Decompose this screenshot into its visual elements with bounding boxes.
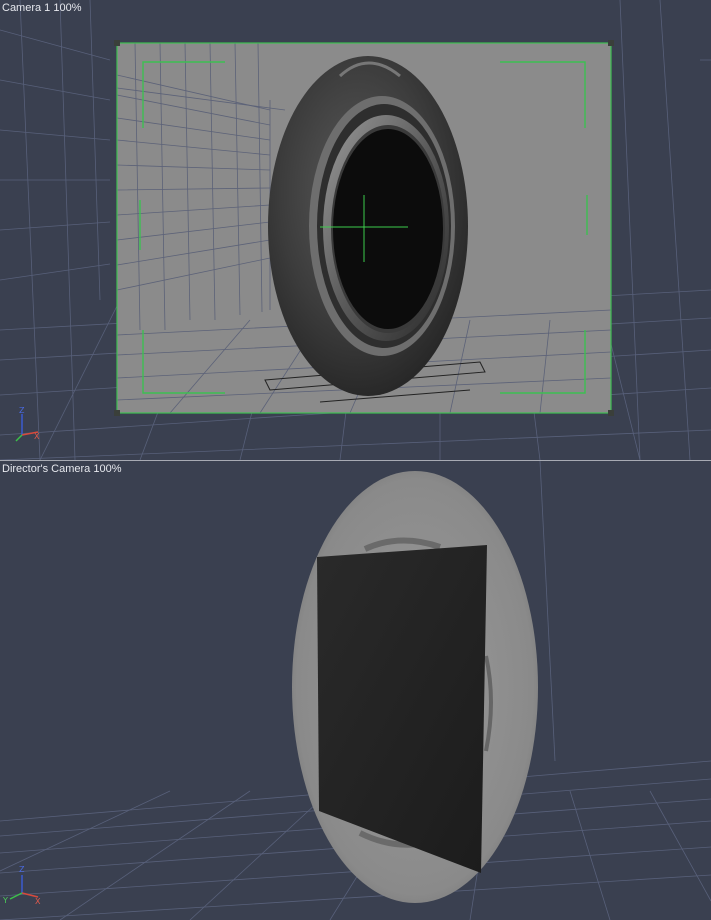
svg-text:Z: Z xyxy=(19,865,25,874)
svg-text:Y: Y xyxy=(2,896,8,905)
svg-text:Z: Z xyxy=(19,406,25,415)
directors-camera-viewport[interactable]: Director's Camera 100% Z X Y xyxy=(0,461,711,920)
svg-text:X: X xyxy=(34,432,40,441)
viewport-label-directors-camera[interactable]: Director's Camera 100% xyxy=(2,463,121,475)
viewport-label-camera-1[interactable]: Camera 1 100% xyxy=(2,2,82,14)
tire-model[interactable] xyxy=(268,56,468,396)
svg-text:X: X xyxy=(35,897,41,906)
axis-gizmo-icon: Z X xyxy=(15,406,40,442)
camera-1-viewport[interactable]: Camera 1 100% Z X xyxy=(0,0,711,460)
directors-camera-scene: Z X Y xyxy=(0,461,711,920)
axis-gizmo-icon: Z X Y xyxy=(2,865,41,906)
camera-1-scene: Z X xyxy=(0,0,711,460)
